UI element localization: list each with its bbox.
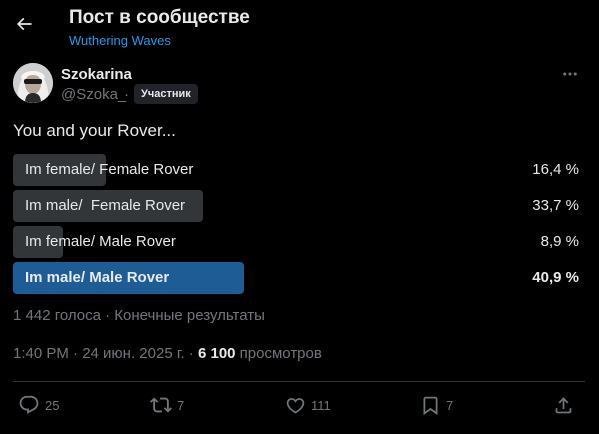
avatar[interactable] (13, 63, 53, 103)
back-button[interactable] (8, 8, 40, 40)
bookmark-count: 7 (446, 397, 454, 413)
poll-option-winner: Im male/ Male Rover 40,9 % (13, 262, 585, 294)
more-options-button[interactable] (556, 62, 584, 86)
poll-option-percent: 40,9 % (532, 269, 579, 286)
share-button[interactable] (553, 393, 574, 417)
reply-button[interactable]: 25 (18, 393, 59, 417)
views-label: просмотров (235, 345, 322, 362)
poll-option-percent: 8,9 % (540, 233, 579, 250)
bookmark-button[interactable]: 7 (420, 393, 453, 417)
member-badge: Участник (134, 84, 198, 104)
bookmark-icon (423, 396, 438, 415)
repost-icon (150, 397, 172, 413)
post-time-date[interactable]: 1:40 PM · 24 июн. 2025 г. · (13, 345, 198, 362)
handle-separator: · (124, 86, 129, 103)
page-title: Пост в сообществе (69, 7, 250, 28)
like-button[interactable]: 111 (285, 393, 331, 417)
reply-count: 25 (45, 397, 60, 413)
poll-option-label: Im female/ Male Rover (25, 233, 176, 250)
poll-option-label: Im male/ Female Rover (25, 197, 186, 214)
avatar-image (13, 63, 53, 103)
author-handle[interactable]: @Szoka_ (61, 86, 126, 103)
like-count: 111 (311, 397, 331, 413)
post-timestamp: 1:40 PM · 24 июн. 2025 г. · 6 100 просмо… (13, 345, 322, 362)
poll-option: Im female/ Male Rover 8,9 % (13, 226, 585, 258)
views-count: 6 100 (197, 345, 236, 362)
poll-option: Im male/ Female Rover 33,7 % (13, 190, 585, 222)
repost-button[interactable]: 7 (150, 393, 184, 417)
poll-option-label: Im male/ Male Rover (25, 269, 170, 286)
poll-option-percent: 33,7 % (532, 197, 579, 214)
repost-count: 7 (177, 397, 185, 413)
poll-option-label: Im female/ Female Rover (25, 161, 194, 178)
poll-summary: 1 442 голоса · Конечные результаты (13, 307, 265, 324)
divider (13, 381, 585, 382)
poll-option: Im female/ Female Rover 16,4 % (13, 154, 585, 186)
header-bar: Пост в сообществе Wuthering Waves (0, 0, 599, 56)
share-icon (555, 396, 572, 413)
arrow-left-icon (16, 17, 32, 31)
community-link[interactable]: Wuthering Waves (69, 33, 171, 48)
post-text: You and your Rover... (13, 121, 176, 140)
reply-icon (19, 395, 39, 414)
poll-option-percent: 16,4 % (532, 161, 579, 178)
heart-icon (286, 397, 305, 414)
more-dots-icon (563, 72, 577, 76)
author-name[interactable]: Szokarina (61, 66, 132, 83)
